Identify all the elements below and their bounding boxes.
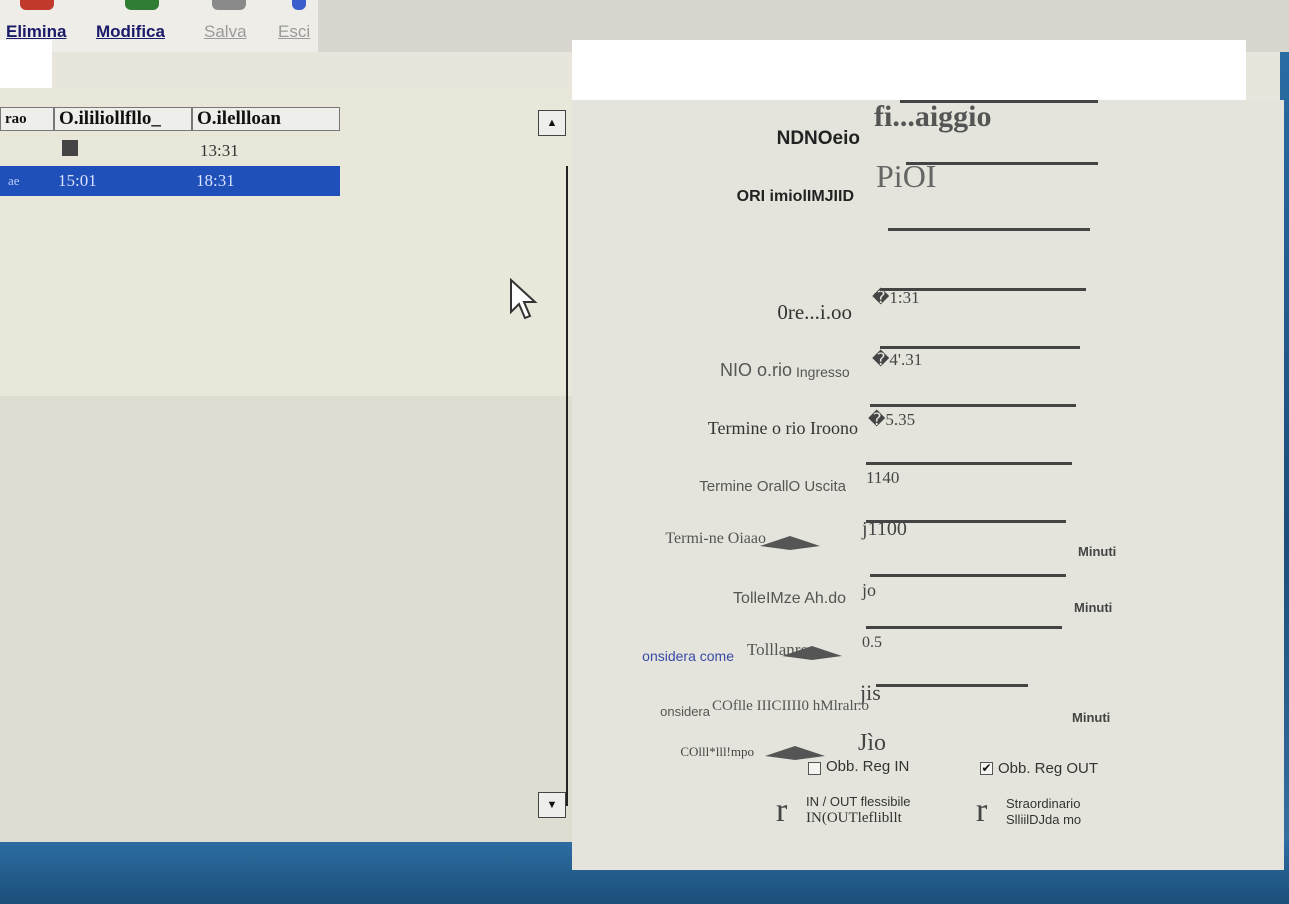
scroll-up-button[interactable]: ▲ xyxy=(538,110,566,136)
grid-cell-time[interactable]: 13:31 xyxy=(196,140,239,162)
straordinario-label: Straordinario xyxy=(1006,796,1081,811)
field-line-9 xyxy=(870,574,1066,577)
label-ingresso: Ingresso xyxy=(796,364,850,380)
overlay-artifact-icon xyxy=(760,536,820,550)
field-ore[interactable]: �1:31 xyxy=(872,288,920,308)
save-button[interactable]: Salva xyxy=(204,22,247,42)
label-considera-1: onsidera come xyxy=(642,648,734,664)
grid-cell-sel-0[interactable]: ae xyxy=(4,170,20,192)
straordinario-label-b: SlliilDJda mo xyxy=(1006,812,1082,827)
grid-cell-sel-2[interactable]: 18:31 xyxy=(192,170,235,192)
field-tolleranza[interactable]: jo xyxy=(862,580,876,601)
field-ndnoeio[interactable]: fi...aiggio xyxy=(874,100,992,134)
label-colllmpo: COlll*lll!mpo xyxy=(680,744,754,759)
grid-empty-area xyxy=(0,396,572,842)
exit-icon xyxy=(292,0,306,10)
label-ore: 0re...i.oo xyxy=(777,300,852,324)
grid-col-header-0[interactable]: rao xyxy=(0,107,54,131)
delete-button[interactable]: Elimina xyxy=(6,22,66,42)
edit-icon xyxy=(125,0,159,10)
label-termine-ingresso: Termine o rio Iroono xyxy=(707,418,858,438)
field-line-7 xyxy=(866,462,1072,465)
delete-icon xyxy=(20,0,54,10)
label-termine-uscita: Termine OrallO Uscita xyxy=(699,478,846,495)
straordinario-checkbox[interactable]: r xyxy=(976,794,987,828)
grid-panel xyxy=(0,88,572,396)
field-nio[interactable]: �4'.31 xyxy=(872,350,922,370)
obb-reg-out-checkbox[interactable]: ✔ xyxy=(980,762,993,775)
grid-cell-sel-1[interactable]: 15:01 xyxy=(54,170,97,192)
field-ori[interactable]: PiOI xyxy=(876,158,936,195)
obb-reg-in-label: Obb. Reg IN xyxy=(826,758,910,775)
field-tolllanre[interactable]: 0.5 xyxy=(862,634,882,652)
field-colllmpo[interactable]: Jìo xyxy=(858,730,886,757)
field-line-10 xyxy=(866,626,1062,629)
grid-col-header-1[interactable]: O.ililiollfllo_ xyxy=(54,107,192,131)
scrollbar-track[interactable] xyxy=(566,166,568,806)
inout-flessibile-label-b: IN(OUTleflibllt xyxy=(806,810,902,826)
obb-reg-in-checkbox[interactable] xyxy=(808,762,821,775)
mouse-cursor-icon xyxy=(510,278,538,320)
label-considera-2: onsidera xyxy=(660,704,710,719)
form-header-area xyxy=(572,40,1246,102)
overlay-artifact-icon-3 xyxy=(765,746,825,760)
save-icon xyxy=(212,0,246,10)
unit-minuti-3: Minuti xyxy=(1072,710,1111,725)
field-line-6 xyxy=(870,404,1076,407)
inout-flessibile-label: IN / OUT flessibile xyxy=(806,794,911,809)
field-considera-2[interactable]: jis xyxy=(860,680,881,706)
field-line-5 xyxy=(880,346,1080,349)
field-line-3[interactable] xyxy=(888,228,1090,231)
unit-minuti-2: Minuti xyxy=(1074,600,1113,615)
exit-button[interactable]: Esci xyxy=(278,22,310,42)
edit-button[interactable]: Modifica xyxy=(96,22,165,42)
label-tolleranza: TolleIMze Ah.do xyxy=(733,590,846,607)
obb-reg-out-label: Obb. Reg OUT xyxy=(998,760,1099,777)
grid-cell-marker xyxy=(62,140,78,156)
label-termine-3: Termi-ne Oiaao xyxy=(665,530,766,547)
unit-minuti-1: Minuti xyxy=(1078,544,1117,559)
field-termine-ingresso[interactable]: �5.35 xyxy=(868,410,915,430)
scroll-down-button[interactable]: ▼ xyxy=(538,792,566,818)
label-ndnoeio: NDNOeio xyxy=(776,128,860,149)
inout-flessibile-checkbox[interactable]: r xyxy=(776,794,787,828)
label-considera-2b: COflle IIICIIII0 hMlralr.o xyxy=(712,698,870,714)
field-termine-3[interactable]: j1100 xyxy=(862,518,907,541)
label-nio: NIO o.rio xyxy=(719,360,792,380)
grid-col-header-2[interactable]: O.ilellloan xyxy=(192,107,340,131)
field-line-11 xyxy=(876,684,1028,687)
field-termine-uscita[interactable]: 1140 xyxy=(866,468,899,488)
label-ori: ORI imiolIMJIID xyxy=(736,188,854,205)
table-row-selected[interactable] xyxy=(0,166,340,196)
overlay-artifact-icon-2 xyxy=(782,646,842,660)
